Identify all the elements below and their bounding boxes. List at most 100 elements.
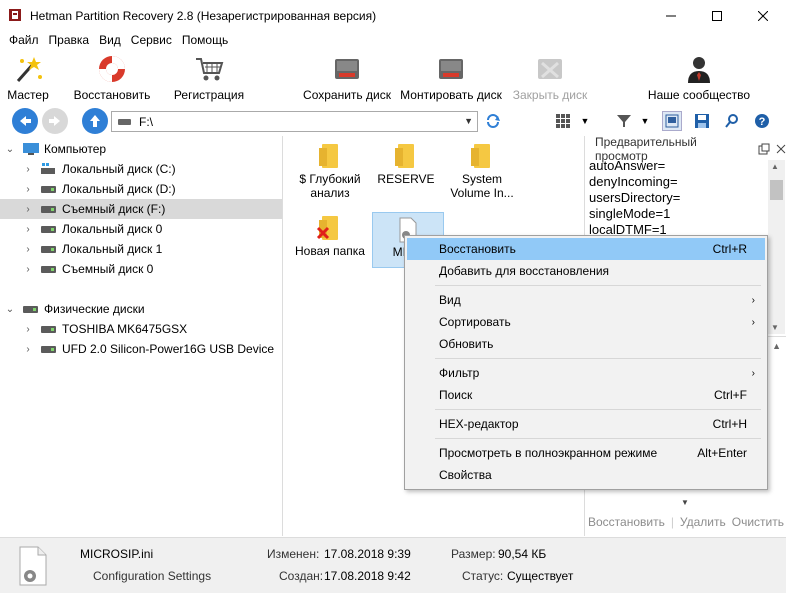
preview-delete-button[interactable]: Удалить xyxy=(680,515,726,529)
collapse-icon[interactable]: ▲ xyxy=(772,341,781,351)
chevron-down-icon[interactable]: ▼ xyxy=(464,116,473,126)
arrow-left-icon xyxy=(20,116,31,126)
register-button[interactable]: Регистрация xyxy=(170,51,248,105)
menu-item-filter[interactable]: Фильтр › xyxy=(407,362,765,384)
preview-clear-button[interactable]: Очистить xyxy=(732,515,784,529)
menu-file[interactable]: Файл xyxy=(4,31,44,51)
chevron-right-icon[interactable]: › xyxy=(22,344,34,355)
mount-disk-button[interactable]: Монтировать диск xyxy=(398,51,504,105)
preview-line: autoAnswer= xyxy=(589,158,666,173)
scroll-up-icon[interactable]: ▲ xyxy=(771,162,779,171)
file-item-folder[interactable]: $ Глубокий анализ xyxy=(290,144,370,200)
menu-item-sort[interactable]: Сортировать › xyxy=(407,311,765,333)
menu-item-label: Восстановить xyxy=(439,242,516,256)
close-button[interactable] xyxy=(740,0,786,31)
chevron-down-icon[interactable]: ⌄ xyxy=(4,144,16,155)
tree-item-computer[interactable]: ⌄ Компьютер xyxy=(0,139,282,159)
menu-item-add-to-restore[interactable]: Добавить для восстановления xyxy=(407,260,765,282)
back-button[interactable] xyxy=(12,108,38,134)
menu-item-fullscreen[interactable]: Просмотреть в полноэкранном режиме Alt+E… xyxy=(407,442,765,464)
file-item-folder[interactable]: RESERVE xyxy=(366,144,446,186)
chevron-right-icon[interactable]: › xyxy=(22,264,34,275)
chevron-right-icon[interactable]: › xyxy=(22,164,34,175)
menu-item-search[interactable]: Поиск Ctrl+F xyxy=(407,384,765,406)
scroll-thumb[interactable] xyxy=(770,180,783,200)
menu-service[interactable]: Сервис xyxy=(126,31,177,51)
submenu-arrow-icon: › xyxy=(751,294,755,306)
menu-item-refresh[interactable]: Обновить xyxy=(407,333,765,355)
menu-help[interactable]: Помощь xyxy=(177,31,233,51)
maximize-button[interactable] xyxy=(694,0,740,31)
view-mode-button[interactable] xyxy=(553,111,573,131)
file-name: Новая папка xyxy=(295,244,365,258)
view-mode-dropdown[interactable]: ▼ xyxy=(578,111,592,131)
preview-line: denyIncoming= xyxy=(589,174,678,189)
window-title: Hetman Partition Recovery 2.8 (Незарегис… xyxy=(30,9,377,23)
tree-item-drive[interactable]: › Съемный диск 0 xyxy=(0,259,282,279)
refresh-button[interactable] xyxy=(483,111,503,131)
chevron-right-icon[interactable]: › xyxy=(22,184,34,195)
save-disk-icon xyxy=(335,59,359,79)
menu-item-view[interactable]: Вид › xyxy=(407,289,765,311)
restore-button[interactable]: Восстановить xyxy=(70,51,154,105)
preview-toggle-button[interactable] xyxy=(662,111,682,131)
forward-button[interactable] xyxy=(42,108,68,134)
chevron-down-icon[interactable]: ⌄ xyxy=(4,304,16,315)
menu-item-properties[interactable]: Свойства xyxy=(407,464,765,486)
file-name-line2: анализ xyxy=(310,186,350,200)
close-disk-label: Закрыть диск xyxy=(512,88,588,102)
status-filename: MICROSIP.ini xyxy=(80,547,154,561)
menu-view[interactable]: Вид xyxy=(94,31,126,51)
preview-actions: Восстановить | Удалить Очистить xyxy=(587,515,784,529)
save-disk-button[interactable]: Сохранить диск xyxy=(302,51,392,105)
menu-item-restore[interactable]: Восстановить Ctrl+R xyxy=(407,238,765,260)
scroll-down-icon[interactable]: ▼ xyxy=(771,323,779,332)
menu-item-shortcut: Ctrl+H xyxy=(712,417,747,431)
menu-item-hex-editor[interactable]: HEX-редактор Ctrl+H xyxy=(407,413,765,435)
computer-icon xyxy=(23,143,39,155)
chevron-right-icon[interactable]: › xyxy=(22,324,34,335)
save-button[interactable] xyxy=(692,111,712,131)
close-disk-button[interactable]: Закрыть диск xyxy=(510,51,590,105)
tree-item-drive-selected[interactable]: › Съемный диск (F:) xyxy=(0,199,282,219)
tree-item-drive[interactable]: › Локальный диск 0 xyxy=(0,219,282,239)
menu-separator xyxy=(435,409,761,410)
tree-item-physical-drive[interactable]: › TOSHIBA MK6475GSX xyxy=(0,319,282,339)
file-item-deleted-folder[interactable]: Новая папка xyxy=(290,216,370,258)
community-button[interactable]: Наше сообщество xyxy=(644,51,754,105)
undock-icon[interactable] xyxy=(758,143,770,155)
tree-item-drive[interactable]: › Локальный диск 1 xyxy=(0,239,282,259)
file-name-line1: $ Глубокий xyxy=(299,172,361,186)
address-bar: F:\ ▼ ▼ ▼ ? xyxy=(0,105,786,135)
svg-text:?: ? xyxy=(759,116,766,128)
filter-button[interactable] xyxy=(614,111,634,131)
chevron-right-icon[interactable]: › xyxy=(22,224,34,235)
app-icon xyxy=(9,9,21,21)
minimize-button[interactable] xyxy=(648,0,694,31)
preview-restore-button[interactable]: Восстановить xyxy=(588,515,665,529)
settings-file-icon xyxy=(19,546,47,586)
address-input[interactable]: F:\ ▼ xyxy=(111,111,478,132)
tree-label-drive: Локальный диск (C:) xyxy=(62,162,176,176)
chevron-right-icon[interactable]: › xyxy=(22,204,34,215)
filter-dropdown[interactable]: ▼ xyxy=(638,111,652,131)
file-item-folder[interactable]: System Volume In... xyxy=(442,144,522,200)
chevron-right-icon[interactable]: › xyxy=(22,244,34,255)
help-button[interactable]: ? xyxy=(752,111,772,131)
close-icon[interactable] xyxy=(776,144,786,154)
floppy-icon xyxy=(695,114,709,128)
up-button[interactable] xyxy=(82,108,108,134)
wizard-button[interactable]: Мастер xyxy=(6,51,50,105)
preview-scrollbar[interactable]: ▲ ▼ xyxy=(768,160,785,334)
menu-edit[interactable]: Правка xyxy=(44,31,95,51)
tree-item-physical-drive[interactable]: › UFD 2.0 Silicon-Power16G USB Device xyxy=(0,339,282,359)
search-button[interactable] xyxy=(722,111,742,131)
chevron-down-icon[interactable]: ▼ xyxy=(681,498,689,507)
tree-label-physical: Физические диски xyxy=(44,302,145,316)
tree-item-drive[interactable]: › Локальный диск (D:) xyxy=(0,179,282,199)
file-name: RESERVE xyxy=(377,172,435,186)
grid-view-icon xyxy=(556,114,570,128)
menu-item-shortcut: Alt+Enter xyxy=(697,446,747,460)
tree-item-drive[interactable]: › Локальный диск (C:) xyxy=(0,159,282,179)
tree-item-physical-disks[interactable]: ⌄ Физические диски xyxy=(0,299,282,319)
